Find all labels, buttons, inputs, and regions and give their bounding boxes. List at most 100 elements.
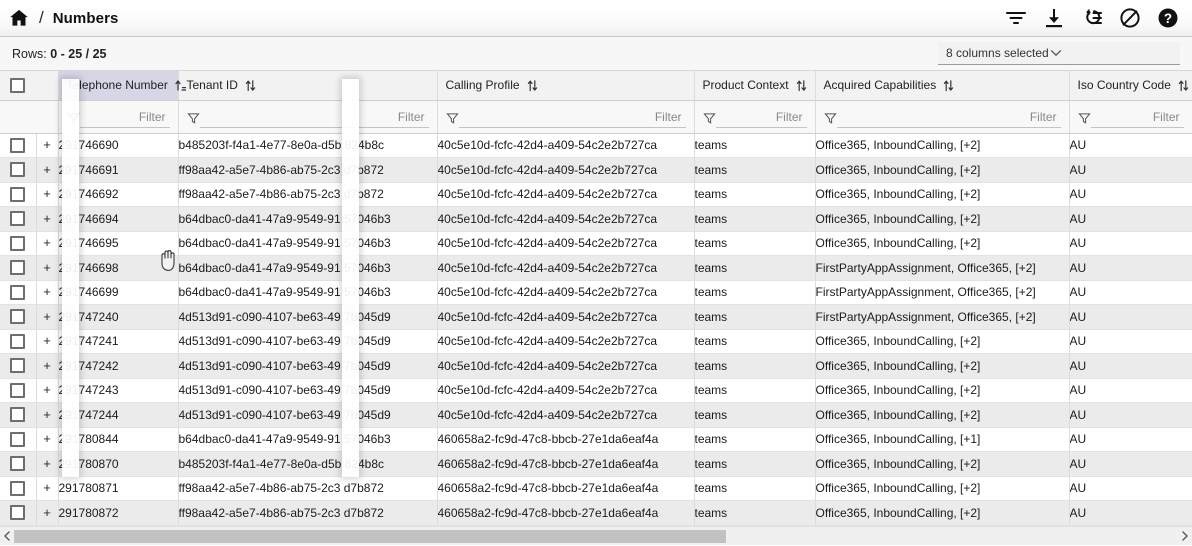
row-checkbox[interactable]: [10, 383, 25, 398]
sort-both-icon[interactable]: [527, 79, 538, 92]
row-select-cell[interactable]: [0, 207, 36, 232]
table-row[interactable]: +291746698b64dbac0-da41-47a9-9549-91 570…: [0, 256, 1192, 281]
funnel-icon[interactable]: [446, 112, 459, 125]
table-row[interactable]: +291780870b485203f-f4a1-4e77-8e0a-d5b 82…: [0, 452, 1192, 477]
row-select-cell[interactable]: [0, 133, 36, 158]
row-checkbox[interactable]: [10, 138, 25, 153]
row-expand-cell[interactable]: +: [36, 378, 58, 403]
table-row[interactable]: +2917472444d513d91-c090-4107-be63-49 7b0…: [0, 403, 1192, 428]
row-checkbox[interactable]: [10, 505, 25, 520]
row-select-cell[interactable]: [0, 501, 36, 526]
expand-row-icon[interactable]: +: [43, 408, 51, 421]
sort-both-icon[interactable]: [1178, 79, 1189, 92]
expand-row-icon[interactable]: +: [43, 187, 51, 200]
sort-both-icon[interactable]: [796, 79, 807, 92]
table-row[interactable]: +2917472404d513d91-c090-4107-be63-49 7b0…: [0, 305, 1192, 330]
row-expand-cell[interactable]: +: [36, 133, 58, 158]
row-checkbox[interactable]: [10, 309, 25, 324]
row-select-cell[interactable]: [0, 182, 36, 207]
row-select-cell[interactable]: [0, 231, 36, 256]
column-selector[interactable]: 8 columns selected: [938, 42, 1180, 65]
table-row[interactable]: +291746695b64dbac0-da41-47a9-9549-91 570…: [0, 231, 1192, 256]
funnel-icon[interactable]: [67, 112, 80, 125]
column-header-product-context[interactable]: Product Context: [694, 71, 815, 100]
refresh-list-icon[interactable]: [1080, 6, 1104, 30]
filter-input-calling-profile[interactable]: [459, 108, 686, 128]
funnel-icon[interactable]: [703, 112, 716, 125]
filter-input-iso-country-code[interactable]: [1091, 108, 1184, 128]
row-select-cell[interactable]: [0, 158, 36, 183]
row-checkbox[interactable]: [10, 211, 25, 226]
row-select-cell[interactable]: [0, 280, 36, 305]
expand-row-icon[interactable]: +: [43, 138, 51, 151]
row-checkbox[interactable]: [10, 481, 25, 496]
select-all-header[interactable]: [0, 71, 58, 100]
row-expand-cell[interactable]: +: [36, 256, 58, 281]
row-expand-cell[interactable]: +: [36, 158, 58, 183]
funnel-icon[interactable]: [187, 112, 200, 125]
sort-both-icon[interactable]: [245, 79, 256, 92]
table-row[interactable]: +291746699b64dbac0-da41-47a9-9549-91 570…: [0, 280, 1192, 305]
row-expand-cell[interactable]: +: [36, 207, 58, 232]
column-header-tenant-id[interactable]: Tenant ID: [178, 71, 437, 100]
scroll-right-icon[interactable]: [1178, 527, 1192, 546]
expand-row-icon[interactable]: +: [43, 359, 51, 372]
horizontal-scrollbar[interactable]: [0, 526, 1192, 545]
download-icon[interactable]: [1042, 6, 1066, 30]
row-select-cell[interactable]: [0, 378, 36, 403]
funnel-icon[interactable]: [1078, 112, 1091, 125]
expand-row-icon[interactable]: +: [43, 334, 51, 347]
row-expand-cell[interactable]: +: [36, 305, 58, 330]
row-select-cell[interactable]: [0, 354, 36, 379]
filter-input-acquired-capabilities[interactable]: [837, 108, 1061, 128]
row-checkbox[interactable]: [10, 358, 25, 373]
expand-row-icon[interactable]: +: [43, 383, 51, 396]
row-checkbox[interactable]: [10, 432, 25, 447]
expand-row-icon[interactable]: +: [43, 432, 51, 445]
row-checkbox[interactable]: [10, 285, 25, 300]
row-select-cell[interactable]: [0, 403, 36, 428]
table-row[interactable]: +2917472414d513d91-c090-4107-be63-49 7b0…: [0, 329, 1192, 354]
scrollbar-track[interactable]: [14, 530, 1178, 543]
row-checkbox[interactable]: [10, 187, 25, 202]
column-header-telephone-number[interactable]: Telephone Number: [58, 71, 178, 100]
table-row[interactable]: +291780871ff98aa42-a5e7-4b86-ab75-2c3 d7…: [0, 476, 1192, 501]
filter-input-product-context[interactable]: [716, 108, 807, 128]
expand-row-icon[interactable]: +: [43, 457, 51, 470]
column-header-acquired-capabilities[interactable]: Acquired Capabilities: [815, 71, 1069, 100]
row-select-cell[interactable]: [0, 329, 36, 354]
table-row[interactable]: +291780872ff98aa42-a5e7-4b86-ab75-2c3 d7…: [0, 501, 1192, 526]
filter-input-telephone-number[interactable]: [80, 108, 170, 128]
row-expand-cell[interactable]: +: [36, 354, 58, 379]
row-expand-cell[interactable]: +: [36, 231, 58, 256]
expand-row-icon[interactable]: +: [43, 285, 51, 298]
row-expand-cell[interactable]: +: [36, 501, 58, 526]
table-row[interactable]: +291746691ff98aa42-a5e7-4b86-ab75-2c3 d7…: [0, 158, 1192, 183]
expand-row-icon[interactable]: +: [43, 212, 51, 225]
row-checkbox[interactable]: [10, 456, 25, 471]
table-row[interactable]: +291746694b64dbac0-da41-47a9-9549-91 570…: [0, 207, 1192, 232]
expand-row-icon[interactable]: +: [43, 236, 51, 249]
row-select-cell[interactable]: [0, 305, 36, 330]
column-header-calling-profile[interactable]: Calling Profile: [437, 71, 694, 100]
table-row[interactable]: +2917472434d513d91-c090-4107-be63-49 7b0…: [0, 378, 1192, 403]
row-checkbox[interactable]: [10, 334, 25, 349]
row-expand-cell[interactable]: +: [36, 329, 58, 354]
expand-row-icon[interactable]: +: [43, 261, 51, 274]
column-header-iso-country-code[interactable]: Iso Country Code: [1069, 71, 1192, 100]
row-select-cell[interactable]: [0, 476, 36, 501]
row-checkbox[interactable]: [10, 162, 25, 177]
table-row[interactable]: +291746690b485203f-f4a1-4e77-8e0a-d5b 82…: [0, 133, 1192, 158]
expand-row-icon[interactable]: +: [43, 506, 51, 519]
row-select-cell[interactable]: [0, 452, 36, 477]
expand-row-icon[interactable]: +: [43, 163, 51, 176]
sort-ascending-icon[interactable]: [175, 79, 186, 92]
row-expand-cell[interactable]: +: [36, 182, 58, 207]
table-row[interactable]: +2917472424d513d91-c090-4107-be63-49 7b0…: [0, 354, 1192, 379]
row-expand-cell[interactable]: +: [36, 452, 58, 477]
row-checkbox[interactable]: [10, 407, 25, 422]
funnel-icon[interactable]: [824, 112, 837, 125]
scroll-left-icon[interactable]: [0, 527, 14, 546]
scrollbar-thumb[interactable]: [14, 530, 726, 543]
row-expand-cell[interactable]: +: [36, 280, 58, 305]
